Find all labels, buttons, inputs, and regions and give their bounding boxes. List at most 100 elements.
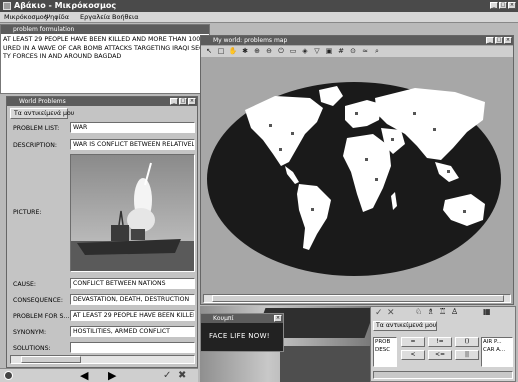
map-minimize-button[interactable]: _: [486, 37, 494, 44]
map-titlebar[interactable]: My world: problems map _ □ ×: [201, 36, 513, 45]
op-equal-button[interactable]: =: [401, 337, 425, 347]
map-window: My world: problems map _ □ × ↖ □ ✋ ✱ ⊕ ⊖…: [200, 35, 514, 305]
problem-list-field[interactable]: WAR: [70, 122, 195, 133]
op-lessequal-button[interactable]: <=: [428, 350, 452, 360]
image-icon[interactable]: ▣: [324, 46, 334, 56]
solutions-label: SOLUTIONS:: [13, 345, 51, 352]
magnifier-icon[interactable]: ⌕: [372, 46, 382, 56]
synonym-label: SYNONYM:: [13, 329, 47, 336]
problem-for-field[interactable]: AT LEAST 29 PEOPLE HAVE BEEN KILLED A: [70, 310, 195, 321]
problem-list-label: PROBLEM LIST:: [13, 125, 60, 132]
slogan-close-button[interactable]: ×: [274, 315, 282, 322]
menu-bar: Μικρόκοσμος Ψηφίδα Εργαλεία Βοήθεια: [0, 12, 518, 23]
problem-for-label: PROBLEM FOR S...: [13, 313, 70, 320]
app-titlebar: Αβάκιο - Μικρόκοσμος _ □ ×: [0, 0, 518, 12]
map-scroll-thumb[interactable]: [212, 295, 504, 302]
tool-b-icon[interactable]: ♗: [427, 307, 434, 316]
problem-formulation-titlebar[interactable]: problem formulation: [1, 25, 209, 34]
menu-psifida[interactable]: Ψηφίδα: [45, 12, 69, 23]
app-minimize-button[interactable]: _: [490, 2, 498, 9]
problem-text-line: TY FORCES IN AND AROUND BAGDAD: [3, 53, 122, 60]
cause-field[interactable]: CONFLICT BETWEEN NATIONS: [70, 278, 195, 289]
picture-frame: [70, 154, 195, 272]
wp-horizontal-scrollbar[interactable]: [10, 355, 195, 364]
power-icon[interactable]: ⏻: [276, 46, 286, 56]
layers-icon[interactable]: ◈: [300, 46, 310, 56]
menu-mikrokosmos[interactable]: Μικρόκοσμος: [4, 12, 48, 23]
world-problems-titlebar[interactable]: World Problems _ □ ×: [7, 97, 197, 106]
wp-maximize-button[interactable]: □: [179, 98, 187, 105]
app-close-button[interactable]: ×: [508, 2, 516, 9]
problem-formulation-title: problem formulation: [13, 26, 75, 33]
app-maximize-button[interactable]: □: [499, 2, 507, 9]
arrow-tool-icon[interactable]: ↖: [204, 46, 214, 56]
problem-text-line: AT LEAST 29 PEOPLE HAVE BEEN KILLED AND …: [3, 36, 207, 43]
back-arrow-icon[interactable]: ◀: [80, 370, 88, 381]
pin-tool-icon[interactable]: ✱: [240, 46, 250, 56]
synonym-field[interactable]: HOSTILITIES, ARMED CONFLICT: [70, 326, 195, 337]
tool-d-icon[interactable]: ♙: [451, 307, 458, 316]
panel-cross-icon[interactable]: ✕: [387, 308, 395, 318]
picture-label: PICTURE:: [13, 209, 42, 216]
panel-tab[interactable]: Τα αντικείμενά μου: [373, 321, 437, 331]
slogan-titlebar[interactable]: Κουμπί ×: [201, 314, 283, 323]
wp-close-button[interactable]: ×: [188, 98, 196, 105]
description-field[interactable]: WAR IS CONFLICT BETWEEN RELATIVELY: [70, 139, 195, 150]
op-notequal-button[interactable]: !=: [428, 337, 452, 347]
panel-bottom-strip: [373, 371, 513, 379]
panel-list-item[interactable]: DESC: [375, 346, 396, 354]
warship-missile-image: [71, 155, 194, 271]
problem-formulation-window: problem formulation AT LEAST 29 PEOPLE H…: [0, 24, 210, 94]
slogan-title: Κουμπί: [213, 315, 234, 322]
wp-minimize-button[interactable]: _: [170, 98, 178, 105]
tool-c-icon[interactable]: ♖: [439, 307, 446, 316]
panel-list-item[interactable]: PROB: [375, 338, 396, 346]
panel-list-right[interactable]: AIR P... CAR A...: [481, 337, 513, 367]
panel-check-icon[interactable]: ✓: [375, 308, 383, 318]
world-problems-window: World Problems _ □ × Τα αντικείμενά μου …: [6, 96, 198, 368]
menu-voitheia[interactable]: Βοήθεια: [112, 12, 139, 23]
op-paren-button[interactable]: (): [455, 337, 479, 347]
menu-ergaleia[interactable]: Εργαλεία: [80, 12, 110, 23]
slogan-window: Κουμπί × FACE LIFE NOW!: [200, 313, 284, 352]
consequence-label: CONSEQUENCE:: [13, 297, 63, 304]
map-scrollbar[interactable]: [203, 294, 511, 303]
map-toolbar: ↖ □ ✋ ✱ ⊕ ⊖ ⏻ ▭ ◈ ▽ ▣ # ⊙ ≈ ⌕: [201, 46, 513, 57]
globe-icon[interactable]: [4, 371, 13, 380]
operator-grid: = != () < <= ||: [401, 337, 481, 360]
op-or-button[interactable]: ||: [455, 350, 479, 360]
zoom-target-icon[interactable]: ⊙: [348, 46, 358, 56]
zoom-in-icon[interactable]: ⊕: [252, 46, 262, 56]
description-label: DESCRIPTION:: [13, 142, 57, 149]
consequence-field[interactable]: DEVASTATION, DEATH, DESTRUCTION: [70, 294, 195, 305]
solutions-field[interactable]: [70, 342, 195, 353]
panel-list-item[interactable]: CAR A...: [483, 346, 512, 354]
panel-list-item[interactable]: AIR P...: [483, 338, 512, 346]
world-map[interactable]: [205, 62, 503, 296]
map-maximize-button[interactable]: □: [495, 37, 503, 44]
op-less-button[interactable]: <: [401, 350, 425, 360]
map-close-button[interactable]: ×: [504, 37, 512, 44]
zoom-out-icon[interactable]: ⊖: [264, 46, 274, 56]
filter-icon[interactable]: ▽: [312, 46, 322, 56]
scale-icon[interactable]: ≈: [360, 46, 370, 56]
map-title: My world: problems map: [213, 37, 288, 44]
panel-list-left[interactable]: PROB DESC: [373, 337, 397, 367]
objects-panel: ✓ ✕ ♘ ♗ ♖ ♙ ▦ Τα αντικείμενά μου PROB DE…: [370, 306, 516, 382]
cause-label: CAUSE:: [13, 281, 37, 288]
forward-arrow-icon[interactable]: ▶: [108, 370, 116, 381]
rect-tool-icon[interactable]: □: [216, 46, 226, 56]
hand-tool-icon[interactable]: ✋: [228, 46, 238, 56]
world-problems-title: World Problems: [19, 98, 66, 105]
app-icon: [3, 2, 11, 10]
wp-scroll-thumb[interactable]: [21, 356, 81, 363]
wp-tab[interactable]: Τα αντικείμενά μου: [10, 108, 74, 119]
tool-a-icon[interactable]: ♘: [415, 307, 422, 316]
grid-icon[interactable]: #: [336, 46, 346, 56]
nav-strip: ◀ ▶ ✓ ✖: [0, 368, 198, 382]
cross-icon[interactable]: ✖: [178, 370, 186, 381]
ruler-icon[interactable]: ▭: [288, 46, 298, 56]
slogan-text: FACE LIFE NOW!: [209, 332, 270, 340]
check-icon[interactable]: ✓: [163, 370, 171, 381]
table-icon[interactable]: ▦: [483, 307, 491, 316]
